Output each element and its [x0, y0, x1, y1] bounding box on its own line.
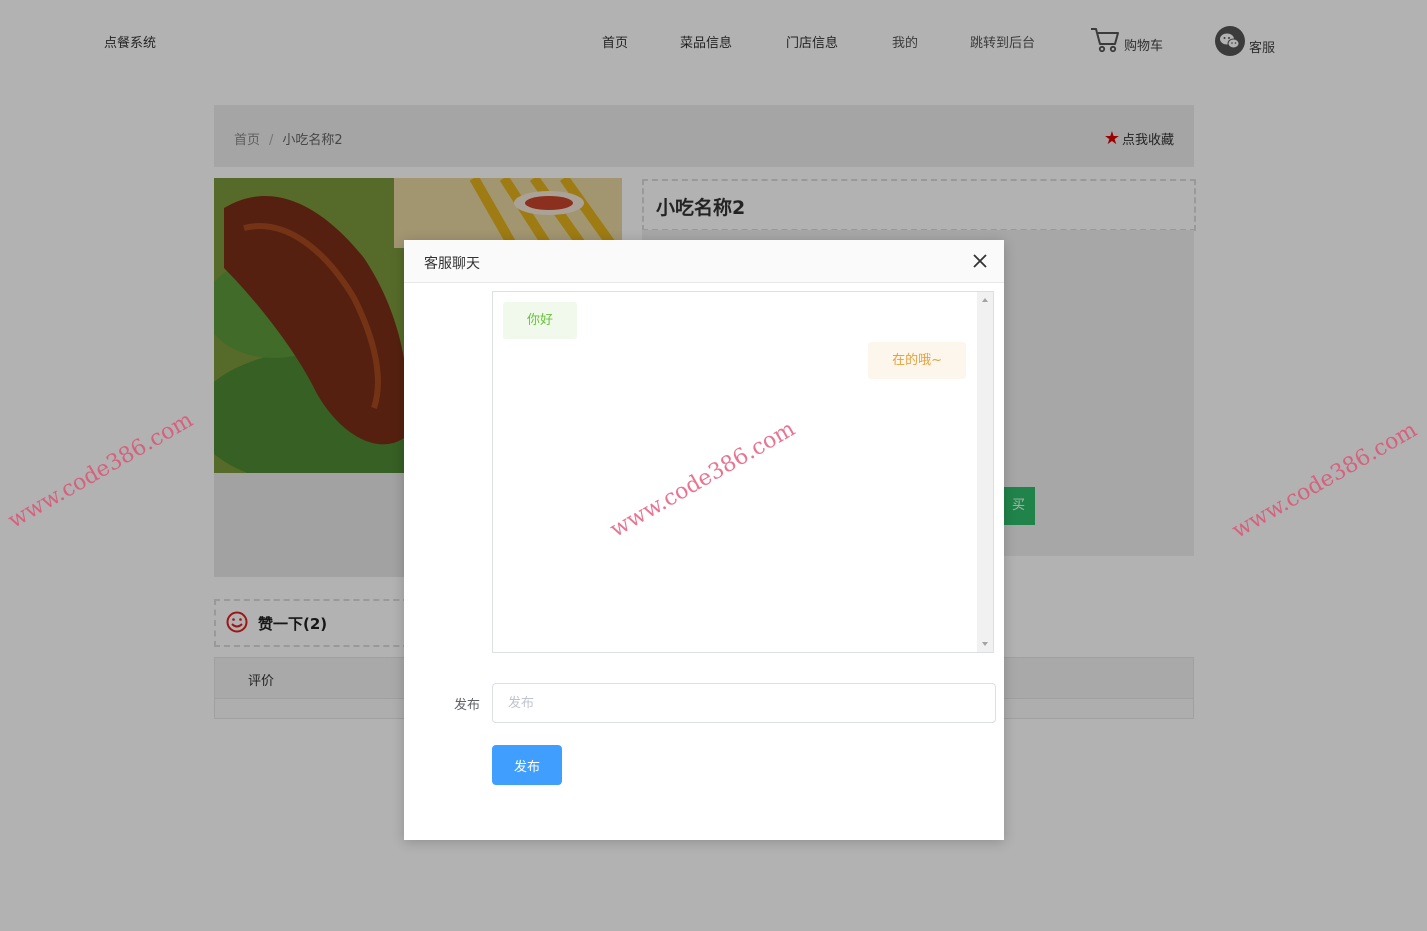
dialog-header: 客服聊天 — [404, 240, 1004, 283]
chat-message-area[interactable]: 你好 在的哦~ — [492, 291, 994, 653]
scroll-up-icon[interactable] — [982, 298, 988, 302]
dialog-title: 客服聊天 — [424, 256, 480, 272]
close-icon[interactable] — [972, 253, 988, 269]
submit-button[interactable]: 发布 — [492, 745, 562, 785]
message-input[interactable] — [492, 683, 996, 723]
chat-message-right: 在的哦~ — [868, 342, 966, 379]
chat-dialog: 客服聊天 你好 在的哦~ 发布 发布 — [404, 240, 1004, 840]
scroll-down-icon[interactable] — [982, 642, 988, 646]
message-field-label: 发布 — [453, 698, 480, 713]
chat-scrollbar[interactable] — [977, 292, 993, 652]
chat-message-left: 你好 — [503, 302, 578, 339]
